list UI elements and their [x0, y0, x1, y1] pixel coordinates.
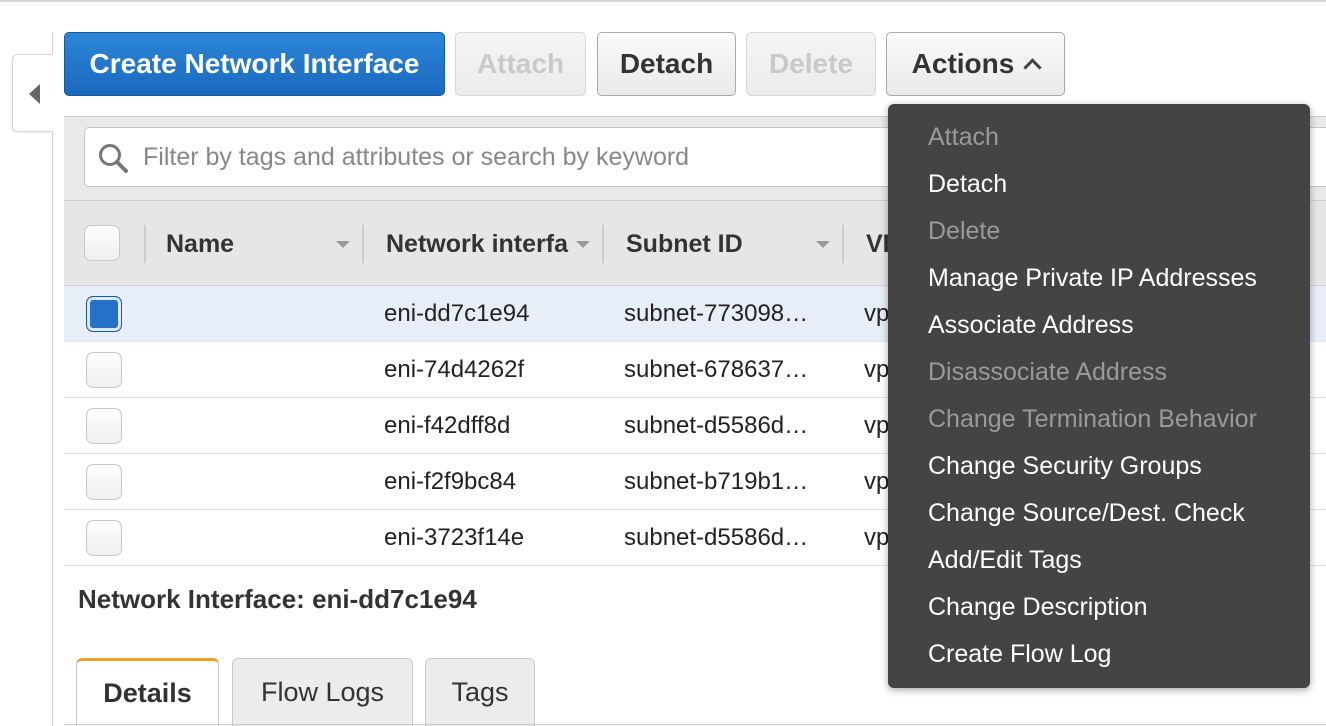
menu-item-manage-private-ip[interactable]: Manage Private IP Addresses — [928, 255, 1257, 302]
detach-button[interactable]: Detach — [597, 32, 736, 96]
tab-flow-logs[interactable]: Flow Logs — [232, 658, 413, 726]
actions-menu: Attach Detach Delete Manage Private IP A… — [888, 104, 1310, 688]
menu-item-attach[interactable]: Attach — [928, 114, 999, 161]
menu-item-associate-address[interactable]: Associate Address — [928, 302, 1134, 349]
menu-item-change-termination-behavior[interactable]: Change Termination Behavior — [928, 396, 1257, 443]
left-gutter-divider — [52, 32, 53, 726]
attach-button-label: Attach — [476, 48, 565, 79]
column-divider — [602, 225, 604, 263]
row-checkbox[interactable] — [86, 464, 122, 500]
cell-name — [166, 510, 356, 565]
row-checkbox[interactable] — [86, 296, 122, 332]
cell-network-interface: eni-f2f9bc84 — [384, 467, 517, 495]
search-input[interactable] — [143, 128, 863, 186]
column-header-network-interface[interactable]: Network interfa — [386, 201, 568, 287]
search-icon — [99, 144, 128, 173]
cell-network-interface: eni-dd7c1e94 — [384, 299, 530, 327]
actions-button-label: Actions — [911, 48, 1015, 79]
menu-item-create-flow-log[interactable]: Create Flow Log — [928, 631, 1111, 678]
tab-details[interactable]: Details — [76, 658, 219, 726]
select-all-checkbox[interactable] — [84, 225, 120, 261]
delete-button-label: Delete — [768, 48, 854, 79]
tabs-baseline — [64, 724, 1326, 725]
menu-item-detach[interactable]: Detach — [928, 161, 1007, 208]
menu-item-add-edit-tags[interactable]: Add/Edit Tags — [928, 537, 1082, 584]
cell-name — [166, 286, 356, 341]
create-network-interface-button[interactable]: Create Network Interface — [64, 32, 445, 96]
actions-dropdown-button[interactable]: Actions — [886, 32, 1065, 96]
column-header-vpc-id[interactable]: VI — [866, 201, 890, 287]
create-network-interface-label: Create Network Interface — [89, 48, 420, 79]
sort-caret-icon[interactable] — [576, 241, 590, 248]
chevron-up-icon — [1023, 57, 1043, 77]
cell-subnet-id: subnet-773098… — [624, 299, 809, 327]
tab-label: Tags — [451, 677, 509, 707]
row-checkbox[interactable] — [86, 520, 122, 556]
cell-subnet-id: subnet-d5586d… — [624, 523, 809, 551]
cell-name — [166, 398, 356, 453]
column-header-name[interactable]: Name — [166, 201, 234, 287]
cell-network-interface: eni-3723f14e — [384, 523, 525, 551]
cell-network-interface: eni-74d4262f — [384, 355, 525, 383]
detail-pane-title: Network Interface: eni-dd7c1e94 — [78, 584, 477, 614]
chevron-left-icon — [29, 84, 40, 104]
tab-label: Details — [103, 678, 192, 708]
collapse-sidebar-button[interactable] — [12, 54, 53, 132]
cell-subnet-id: subnet-b719b1… — [624, 467, 809, 495]
row-checkbox[interactable] — [86, 352, 122, 388]
sort-caret-icon[interactable] — [336, 241, 350, 248]
cell-subnet-id: subnet-d5586d… — [624, 411, 809, 439]
cell-name — [166, 342, 356, 397]
sort-caret-icon[interactable] — [816, 241, 830, 248]
menu-item-delete[interactable]: Delete — [928, 208, 1000, 255]
cell-subnet-id: subnet-678637… — [624, 355, 809, 383]
cell-name — [166, 454, 356, 509]
attach-button[interactable]: Attach — [455, 32, 586, 96]
menu-item-change-source-dest-check[interactable]: Change Source/Dest. Check — [928, 490, 1245, 537]
column-divider — [144, 225, 146, 263]
detach-button-label: Detach — [619, 48, 714, 79]
row-checkbox[interactable] — [86, 408, 122, 444]
tab-tags[interactable]: Tags — [425, 658, 535, 726]
column-divider — [362, 225, 364, 263]
column-divider — [842, 225, 844, 263]
top-border — [0, 0, 1326, 2]
column-header-subnet-id[interactable]: Subnet ID — [626, 201, 743, 287]
menu-item-change-security-groups[interactable]: Change Security Groups — [928, 443, 1202, 490]
delete-button[interactable]: Delete — [746, 32, 876, 96]
tab-label: Flow Logs — [260, 677, 385, 707]
menu-item-disassociate-address[interactable]: Disassociate Address — [928, 349, 1167, 396]
cell-network-interface: eni-f42dff8d — [384, 411, 511, 439]
menu-item-change-description[interactable]: Change Description — [928, 584, 1148, 631]
